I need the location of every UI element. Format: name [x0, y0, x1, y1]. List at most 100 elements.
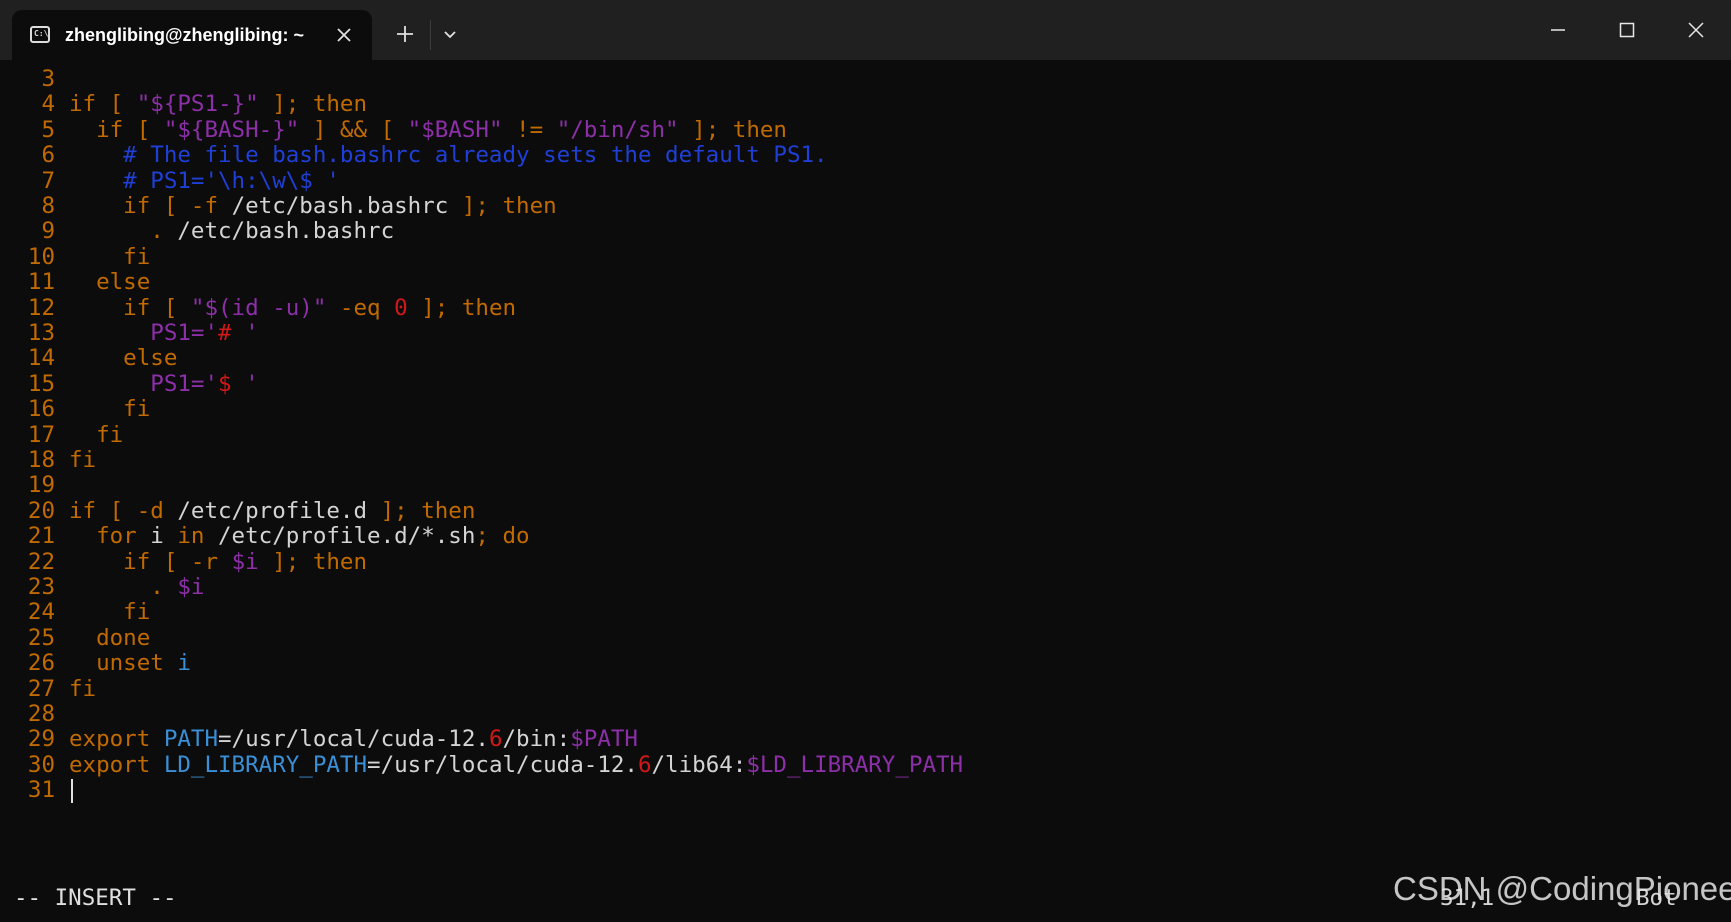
code-token: else — [69, 269, 151, 296]
code-line: 29 export PATH=/usr/local/cuda-12.6/bin:$… — [0, 725, 638, 753]
code-token: /etc/bash.bashrc — [231, 193, 449, 219]
line-number: 31 — [27, 777, 55, 804]
code-token: /etc/profile.d/*.sh — [218, 523, 476, 550]
code-token: "$(id -u)" — [190, 294, 327, 321]
code-line: 19 — [0, 471, 69, 499]
code-token: for — [69, 523, 151, 550]
code-token: # The file bash.bashrc already sets the … — [69, 142, 828, 169]
code-token: . — [69, 574, 178, 600]
chevron-down-icon[interactable] — [440, 25, 460, 45]
code-token: ' — [231, 370, 259, 397]
code-token: "$BASH" — [407, 116, 503, 143]
code-token: 0 — [394, 294, 408, 321]
code-line: 21 for i in /etc/profile.d/*.sh; do — [0, 522, 530, 550]
code-line: 9 . /etc/bash.bashrc — [0, 217, 394, 245]
code-text: PS1='$ ' — [69, 370, 259, 397]
line-number: 21 — [27, 523, 55, 550]
tab-separator — [430, 20, 431, 50]
code-line: 5 if [ "${BASH-}" ] && [ "$BASH" != "/bi… — [0, 116, 787, 144]
code-line: 25 done — [0, 624, 150, 652]
code-token: /etc/profile.d — [177, 497, 368, 524]
maximize-icon[interactable] — [1612, 15, 1642, 45]
code-token: fi — [69, 675, 97, 702]
code-token: i — [177, 650, 191, 677]
line-number: 17 — [27, 421, 55, 448]
line-number: 24 — [27, 599, 55, 626]
code-line: 18 fi — [0, 446, 96, 474]
code-token: 6 — [488, 726, 503, 753]
line-number: 13 — [27, 320, 55, 346]
plus-icon[interactable] — [393, 22, 417, 46]
line-number: 12 — [27, 294, 55, 321]
code-line: 31 — [0, 776, 73, 804]
code-line: 14 else — [0, 344, 177, 372]
code-line: 26 unset i — [0, 649, 191, 677]
code-text: fi — [69, 244, 150, 270]
code-line: 28 — [0, 700, 69, 728]
line-number: 26 — [27, 650, 55, 677]
code-token: ' — [231, 320, 259, 346]
code-token: if [ — [69, 294, 191, 321]
line-number: 20 — [27, 497, 55, 524]
line-number: 27 — [27, 675, 55, 702]
text-cursor — [71, 778, 73, 803]
minimize-icon[interactable] — [1543, 15, 1573, 45]
code-token: ]; then — [678, 116, 787, 143]
line-number: 28 — [27, 701, 55, 727]
line-number: 22 — [27, 548, 55, 575]
code-token: export — [69, 726, 164, 753]
code-token: else — [69, 345, 178, 372]
code-line: 22 if [ -r $i ]; then — [0, 548, 367, 576]
line-number: 5 — [41, 116, 55, 143]
code-token: fi — [69, 243, 151, 270]
code-token: PATH — [163, 726, 219, 753]
line-number: 16 — [27, 396, 55, 423]
watermark: CSDN @CodingPioneer — [1393, 870, 1731, 907]
code-line: 30 export LD_LIBRARY_PATH=/usr/local/cuda… — [0, 751, 963, 779]
code-line: 15 PS1='$ ' — [0, 370, 259, 398]
code-token: fi — [69, 396, 151, 423]
code-token: ] && [ — [299, 116, 408, 143]
mode-indicator: -- INSERT -- — [14, 885, 177, 911]
code-text: fi — [69, 676, 96, 702]
code-token: "/bin/sh" — [556, 116, 679, 143]
code-token: if [ -r — [69, 548, 232, 575]
line-number: 19 — [27, 472, 55, 499]
code-token: fi — [69, 599, 151, 626]
terminal-tab[interactable]: C:\ zhenglibing@zhenglibing: ~ — [12, 10, 372, 60]
line-number: 4 — [41, 91, 55, 118]
line-number: 8 — [41, 193, 55, 219]
line-number: 14 — [27, 345, 55, 372]
code-line: 24 fi — [0, 598, 150, 626]
code-token: if [ -f — [69, 193, 232, 219]
code-token: =/usr/local/cuda-12. — [218, 726, 489, 753]
code-text: if [ "$(id -u)" -eq 0 ]; then — [69, 295, 516, 321]
code-line: 12 if [ "$(id -u)" -eq 0 ]; then — [0, 294, 516, 322]
code-text: for i in /etc/profile.d/*.sh; do — [69, 523, 530, 549]
code-line: 13 PS1='# ' — [0, 319, 259, 347]
code-token: done — [69, 624, 151, 651]
code-text — [69, 777, 73, 803]
line-number: 18 — [27, 447, 55, 473]
code-text: . /etc/bash.bashrc — [69, 218, 394, 244]
code-line: 6 # The file bash.bashrc already sets th… — [0, 141, 828, 169]
code-token: LD_LIBRARY_PATH — [163, 751, 368, 778]
code-token: if [ -d — [69, 497, 178, 524]
close-window-icon[interactable] — [1681, 15, 1711, 45]
title-bar: C:\ zhenglibing@zhenglibing: ~ — [0, 0, 1731, 60]
code-text: fi — [69, 599, 150, 625]
line-number: 9 — [41, 218, 55, 245]
code-token: /etc/bash.bashrc — [177, 218, 395, 245]
code-text: . $i — [69, 574, 204, 600]
code-token: /bin: — [502, 726, 571, 753]
code-text: fi — [69, 422, 123, 448]
code-token: $LD_LIBRARY_PATH — [746, 751, 964, 778]
line-number: 6 — [41, 142, 55, 169]
vim-editor[interactable]: 3 4 if [ "${PS1-}" ]; then 5 if [ "${BASH-}… — [0, 60, 1731, 922]
close-icon[interactable] — [332, 23, 356, 47]
code-text: if [ "${BASH-}" ] && [ "$BASH" != "/bin/… — [69, 117, 787, 143]
terminal-icon: C:\ — [30, 26, 50, 43]
code-token: =/usr/local/cuda-12. — [367, 751, 638, 778]
code-text: unset i — [69, 650, 191, 676]
code-text: # PS1='\h:\w\$ ' — [69, 168, 340, 194]
